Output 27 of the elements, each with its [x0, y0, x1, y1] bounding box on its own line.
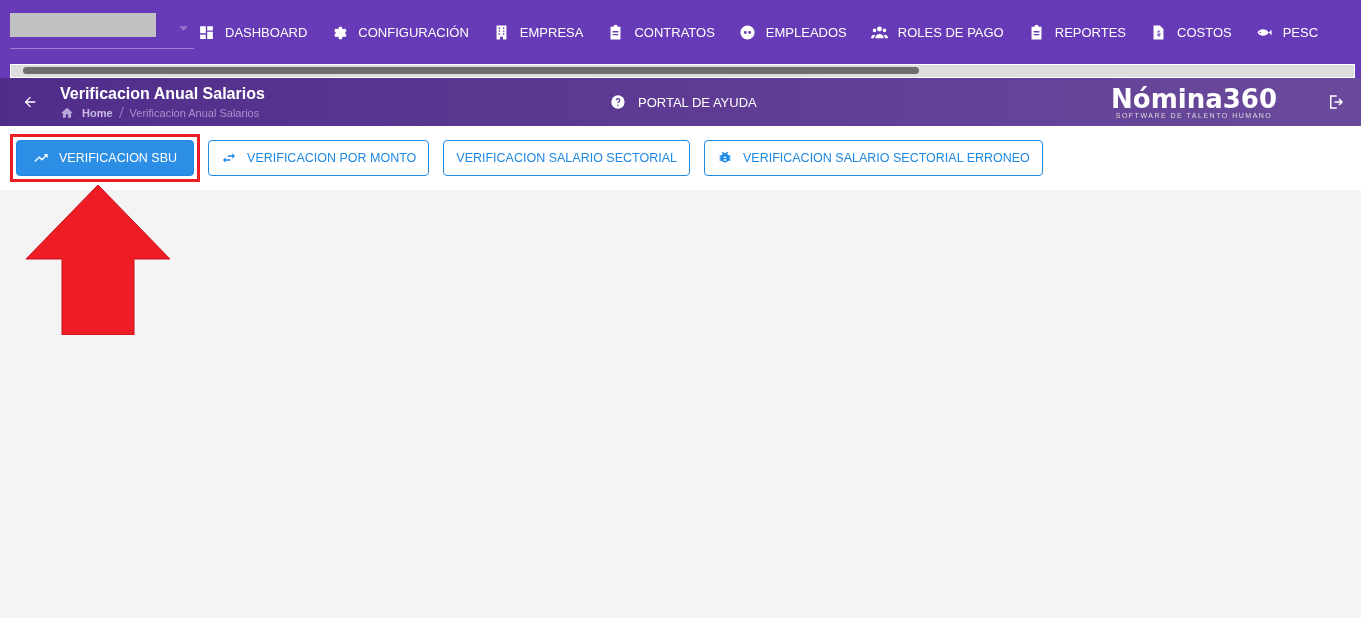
breadcrumb-current: Verificacion Anual Salarios [129, 106, 260, 119]
company-select[interactable] [10, 15, 194, 49]
verification-tab[interactable]: VERIFICACION SALARIO SECTORIAL [443, 140, 690, 176]
dashboard-icon [198, 23, 215, 41]
horizontal-scrollbar[interactable] [10, 64, 1355, 78]
people-icon [870, 23, 888, 41]
help-icon [610, 94, 626, 110]
nav-item[interactable]: EMPRESA [492, 23, 584, 41]
face-icon [738, 23, 756, 41]
nav-item[interactable]: REPORTES [1027, 23, 1127, 41]
help-portal-link[interactable]: PORTAL DE AYUDA [610, 94, 757, 110]
home-icon [60, 105, 74, 120]
breadcrumb-link[interactable]: Home [82, 106, 113, 119]
back-arrow-icon[interactable] [22, 94, 38, 110]
verification-tab[interactable]: VERIFICACION SALARIO SECTORIAL ERRONEO [703, 140, 1043, 176]
nav-item[interactable]: CONTRATOS [607, 23, 715, 41]
nav-item[interactable]: EMPLEADOS [738, 23, 847, 41]
nav-item[interactable]: CONFIGURACIÓN [331, 23, 469, 41]
nav-item[interactable]: DASHBOARD [198, 23, 308, 41]
logout-icon[interactable] [1327, 93, 1345, 111]
logo-text: Nómina360 [1111, 85, 1277, 112]
caret-icon [179, 25, 188, 31]
page-title: Verificacion Anual Salarios [60, 84, 266, 103]
nav-item[interactable]: PESC [1255, 23, 1319, 41]
nav-item[interactable]: COSTOS [1150, 23, 1232, 41]
verification-tab[interactable]: VERIFICACION POR MONTO [208, 140, 430, 176]
nav-item[interactable]: ROLES DE PAGO [870, 23, 1004, 41]
